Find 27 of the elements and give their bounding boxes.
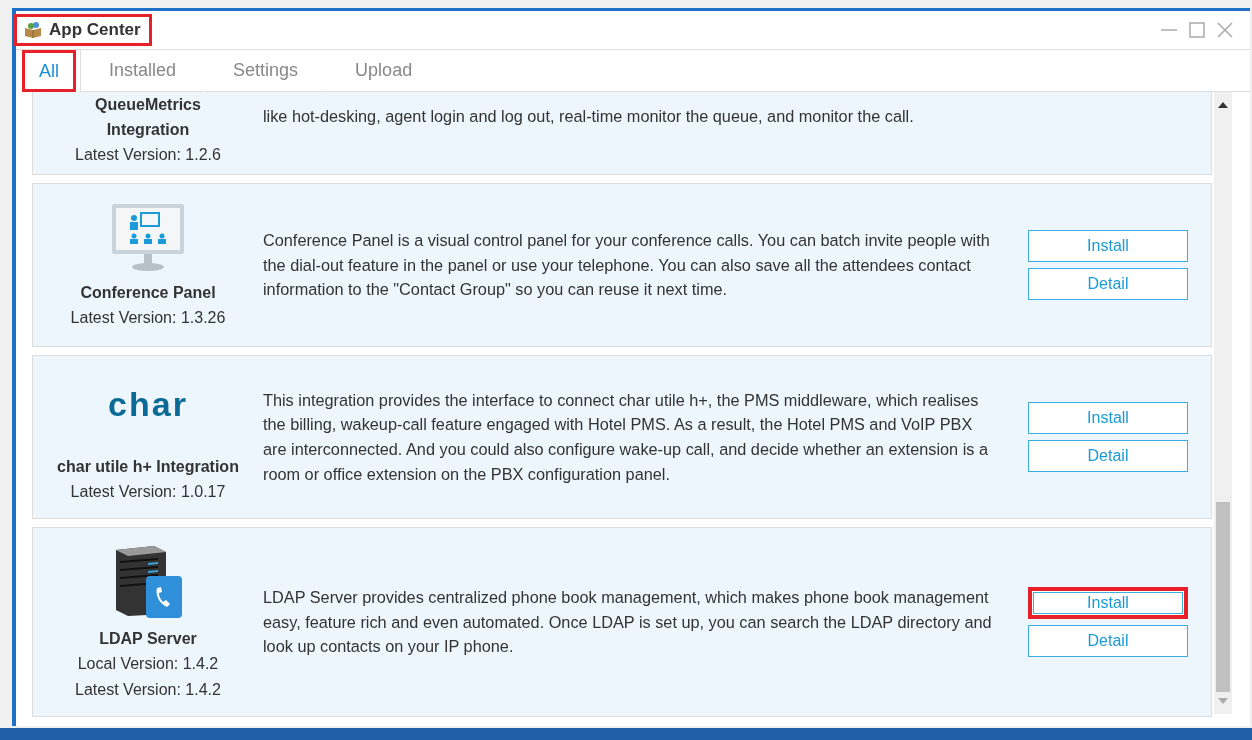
scrollbar[interactable]: [1214, 92, 1232, 714]
version-label: Latest Version: 1.4.2: [75, 679, 221, 700]
version-label: Latest Version: 1.2.6: [75, 145, 221, 165]
app-name: Conference Panel: [79, 282, 217, 303]
window-title: App Center: [49, 20, 141, 40]
app-description: like hot-desking, agent login and log out, real-time monitor the queue, and monitor the call.: [263, 106, 915, 127]
box-icon: [23, 21, 43, 39]
version-label: Latest Version: 1.0.17: [70, 482, 226, 502]
tab[interactable]: All: [22, 50, 76, 92]
app-description: Conference Panel is a visual control panel for your conference calls. You can batch invite people with the dial-out feature in the panel or use your telephone. You can also save all the attendees contact information to the "Contact Group" so you can reuse it next time.: [263, 230, 991, 301]
version-label: Latest Version: 1.3.26: [70, 307, 226, 328]
app-name: char utile h+ Integration: [56, 457, 240, 477]
install-button[interactable]: Install: [1028, 402, 1188, 434]
app-name: QueueMetrics Integration: [94, 95, 202, 140]
maximize-icon[interactable]: [1188, 21, 1206, 39]
brand-logo: char: [108, 385, 188, 424]
install-button[interactable]: Install: [1028, 230, 1188, 262]
app-name: LDAP Server: [98, 628, 198, 649]
tab[interactable]: Installed: [80, 50, 205, 92]
app-description: This integration provides the interface to connect char utile h+, the PMS middleware, which realises the billing, wakeup-call feature engaged with Hotel PMS. As a result, the Hotel PMS and VoIP PBX are interconnected. And you could also configure wake-up call, and decide whether an extension is a room or office extension on the PBX configuration panel.: [263, 389, 989, 485]
detail-button[interactable]: Detail: [1028, 440, 1188, 472]
detail-button[interactable]: Detail: [1028, 625, 1188, 657]
close-icon[interactable]: [1216, 21, 1234, 39]
install-button[interactable]: Install: [1028, 587, 1188, 619]
version-label: Local Version: 1.4.2: [77, 653, 219, 674]
app-description: LDAP Server provides centralized phone book management, which makes phone book management easy, feature rich and even automated. Once LDAP is set up, you can search the LDAP directory and look up contacts on your IP phone.: [263, 587, 993, 658]
detail-button[interactable]: Detail: [1028, 268, 1188, 300]
